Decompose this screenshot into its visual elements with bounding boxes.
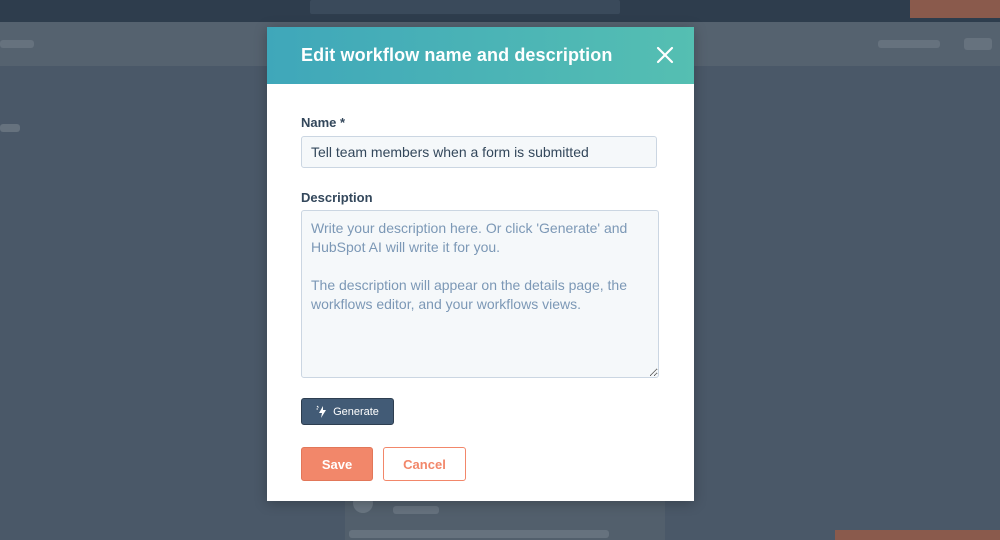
- sparkle-bolt-icon: [316, 405, 327, 418]
- background-toolbar-text: [0, 40, 34, 48]
- close-icon: [656, 46, 674, 64]
- modal-header: Edit workflow name and description: [267, 27, 694, 84]
- background-top-bar: [0, 0, 1000, 22]
- description-label: Description: [301, 190, 373, 205]
- background-sidebar-text: [0, 124, 20, 132]
- edit-workflow-modal: Edit workflow name and description Name …: [267, 27, 694, 501]
- generate-button-label: Generate: [333, 405, 379, 418]
- background-toolbar-text: [964, 38, 992, 50]
- background-panel-text: [349, 530, 609, 538]
- workflow-name-input[interactable]: [301, 136, 657, 168]
- background-top-bar-button: [910, 0, 1000, 18]
- name-label: Name *: [301, 115, 346, 130]
- cancel-button[interactable]: Cancel: [383, 447, 466, 481]
- generate-button[interactable]: Generate: [301, 398, 394, 425]
- background-top-bar-title: [310, 0, 620, 14]
- save-button[interactable]: Save: [301, 447, 373, 481]
- background-bottom-button: [835, 530, 1000, 540]
- workflow-description-textarea[interactable]: [301, 210, 659, 378]
- background-toolbar-text: [878, 40, 940, 48]
- modal-title: Edit workflow name and description: [301, 45, 613, 65]
- background-panel-text: [393, 506, 439, 514]
- close-button[interactable]: [654, 44, 676, 66]
